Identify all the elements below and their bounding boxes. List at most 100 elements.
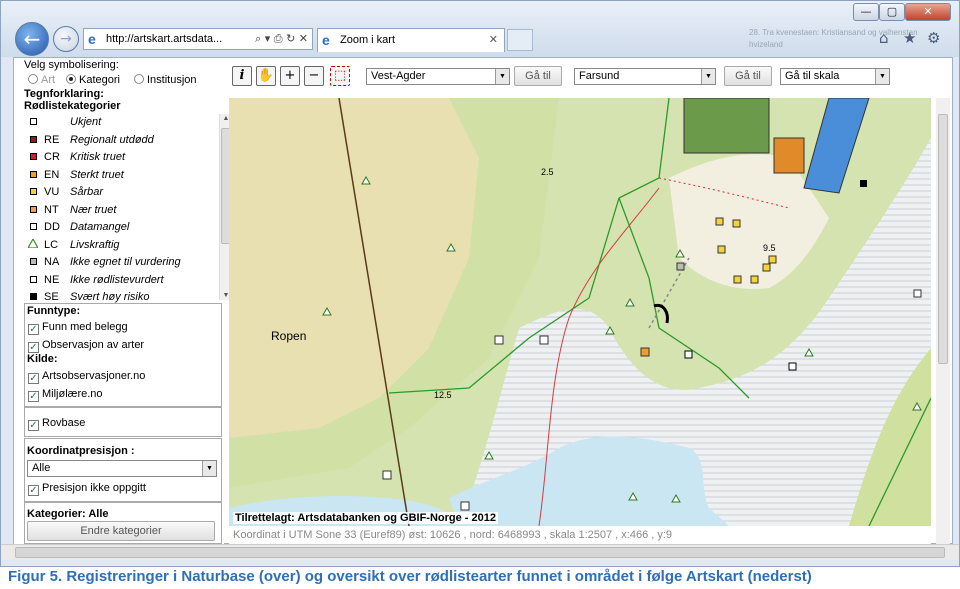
kilde-artsobs[interactable]: ✓ Artsobservasjoner.no [28, 370, 145, 384]
map-view[interactable]: Ropen 2.5 9.5 12.5 Tilrettelagt: Artsdat… [229, 98, 931, 526]
funntype-belegg[interactable]: ✓ Funn med belegg [28, 321, 128, 335]
checkbox-artsobs[interactable]: ✓ [28, 373, 39, 384]
funntype-belegg-label: Funn med belegg [42, 321, 128, 333]
info-icon[interactable]: i [232, 66, 252, 86]
legend-code: DD [44, 221, 60, 233]
legend-label: Ikke egnet til vurdering [70, 256, 181, 268]
map-scrollbar[interactable] [936, 98, 950, 546]
square-icon [28, 134, 38, 146]
sports-field [683, 98, 770, 154]
back-icon: ← [23, 27, 41, 51]
address-url: http://artskart.artsdata... [106, 33, 223, 45]
tools-gear-icon[interactable]: ⚙ [927, 29, 940, 47]
legend-item: EN Sterkt truet [28, 169, 124, 185]
legend-label: Nær truet [70, 203, 117, 216]
horizontal-scrollbar[interactable] [1, 544, 959, 560]
radio-institusjon[interactable]: Institusjon [134, 74, 197, 86]
tab-close-icon[interactable]: ✕ [489, 29, 498, 51]
forward-button[interactable]: → [53, 26, 79, 52]
radio-institusjon-dot[interactable] [134, 74, 144, 84]
radio-art-dot[interactable] [28, 74, 38, 84]
skala-select[interactable]: Gå til skala ▼ [780, 68, 890, 85]
funntype-panel: Funntype: ✓ Funn med belegg ✓ Observasjon … [24, 303, 222, 407]
home-icon[interactable]: ⌂ [879, 29, 889, 47]
legend-label: Svært høy risiko [70, 291, 150, 303]
legend-item: CR Kritisk truet [28, 151, 125, 167]
checkbox-observasjon[interactable]: ✓ [28, 342, 39, 353]
kommune-select[interactable]: Farsund ▼ [574, 68, 716, 85]
funntype-heading: Funntype: [27, 305, 81, 317]
radio-art[interactable]: Art [28, 74, 55, 86]
legend-code: NA [44, 256, 60, 268]
kategorier-label: Kategorier: Alle [27, 508, 109, 520]
legend-label: Datamangel [70, 221, 130, 233]
checkbox-miljolaere[interactable]: ✓ [28, 391, 39, 402]
funntype-observasjon[interactable]: ✓ Observasjon av arter [28, 339, 144, 353]
rovbase-option[interactable]: ✓ Rovbase [28, 417, 85, 431]
rovbase-label: Rovbase [42, 417, 86, 429]
contour-label-2: 9.5 [763, 243, 776, 253]
background-window-text: 28. Tra kvenestaen: Kristiansand og valh… [749, 28, 918, 49]
new-tab-button[interactable] [507, 29, 533, 51]
pan-hand-icon[interactable]: ✋ [256, 66, 276, 86]
radio-kategori[interactable]: Kategori [66, 74, 120, 86]
map-scroll-thumb[interactable] [938, 114, 948, 364]
radio-kategori-dot[interactable] [66, 74, 76, 84]
koordinat-select[interactable]: Alle ▼ [27, 460, 217, 477]
minimize-button[interactable]: — [853, 3, 879, 21]
koordinat-value: Alle [32, 462, 51, 474]
zoom-in-icon[interactable]: + [280, 66, 300, 86]
ga-til-fylke-button[interactable]: Gå til [514, 66, 562, 86]
kommune-chevron-down-icon[interactable]: ▼ [701, 69, 715, 84]
favorites-star-icon[interactable]: ★ [903, 29, 916, 47]
presisjon-option[interactable]: ✓ Presisjon ikke oppgitt [28, 482, 146, 496]
legend-code: LC [44, 238, 59, 251]
radio-institusjon-label: Institusjon [147, 74, 197, 86]
square-icon [28, 186, 38, 198]
chevron-down-icon[interactable]: ▼ [202, 461, 216, 476]
koordinat-heading: Koordinatpresisjon : [27, 445, 135, 457]
horizontal-scroll-thumb[interactable] [15, 547, 945, 558]
koordinat-panel: Koordinatpresisjon : Alle ▼ ✓ Presisjon i… [24, 438, 222, 502]
address-controls[interactable]: ⌕ ▾ ⎙ ↻ ✕ [255, 29, 308, 49]
address-bar[interactable]: e http://artskart.artsdata... ⌕ ▾ ⎙ ↻ ✕ [83, 28, 313, 50]
tab-ie-icon: e [322, 32, 330, 48]
zoom-out-icon[interactable]: − [304, 66, 324, 86]
kategorier-panel: Kategorier: Alle Endre kategorier [24, 502, 222, 544]
kilde-miljolaere[interactable]: ✓ Miljølære.no [28, 388, 103, 402]
browser-window: ← → e http://artskart.artsdata... ⌕ ▾ ⎙ … [0, 0, 960, 567]
legend-code: NT [44, 203, 59, 216]
legend-item: NE Ikke rødlistevurdert [28, 274, 164, 290]
map-canvas[interactable] [229, 98, 931, 526]
legend-label: Livskraftig [70, 238, 120, 251]
close-window-button[interactable]: ✕ [905, 3, 951, 21]
legend-label: Ikke rødlistevurdert [70, 273, 164, 286]
kilde-miljolaere-label: Miljølære.no [42, 388, 103, 400]
back-button[interactable]: ← [15, 22, 49, 56]
browser-tab[interactable]: e Zoom i kart ✕ [317, 28, 505, 52]
contour-label-3: 12.5 [434, 390, 452, 400]
contour-label-1: 2.5 [541, 167, 554, 177]
map-attribution: Tilrettelagt: Artsdatabanken og GBIF-Nor… [233, 512, 498, 524]
checkbox-presisjon[interactable]: ✓ [28, 485, 39, 496]
building-orange [773, 137, 805, 174]
select-area-icon[interactable]: ⬚ [330, 66, 350, 86]
rovbase-panel: ✓ Rovbase [24, 407, 222, 437]
maximize-button[interactable]: ▢ [879, 3, 905, 21]
fylke-chevron-down-icon[interactable]: ▼ [495, 69, 509, 84]
square-icon [28, 116, 38, 128]
legend-code: CR [44, 151, 60, 163]
endre-kategorier-button[interactable]: Endre kategorier [27, 521, 215, 541]
legend-code: VU [44, 186, 60, 198]
checkbox-belegg[interactable]: ✓ [28, 324, 39, 335]
ga-til-kommune-button[interactable]: Gå til [724, 66, 772, 86]
square-icon [28, 291, 38, 303]
skala-chevron-down-icon[interactable]: ▼ [875, 69, 889, 84]
coordinate-status: Koordinat i UTM Sone 33 (Euref89) øst: 1… [229, 526, 931, 544]
fylke-select[interactable]: Vest-Agder ▼ [366, 68, 510, 85]
checkbox-rovbase[interactable]: ✓ [28, 420, 39, 431]
rodliste-heading: Rødlistekategorier [24, 100, 121, 112]
tab-title: Zoom i kart [340, 34, 396, 46]
legend-item: LC Livskraftig [26, 237, 120, 255]
radio-kategori-label: Kategori [79, 74, 120, 86]
